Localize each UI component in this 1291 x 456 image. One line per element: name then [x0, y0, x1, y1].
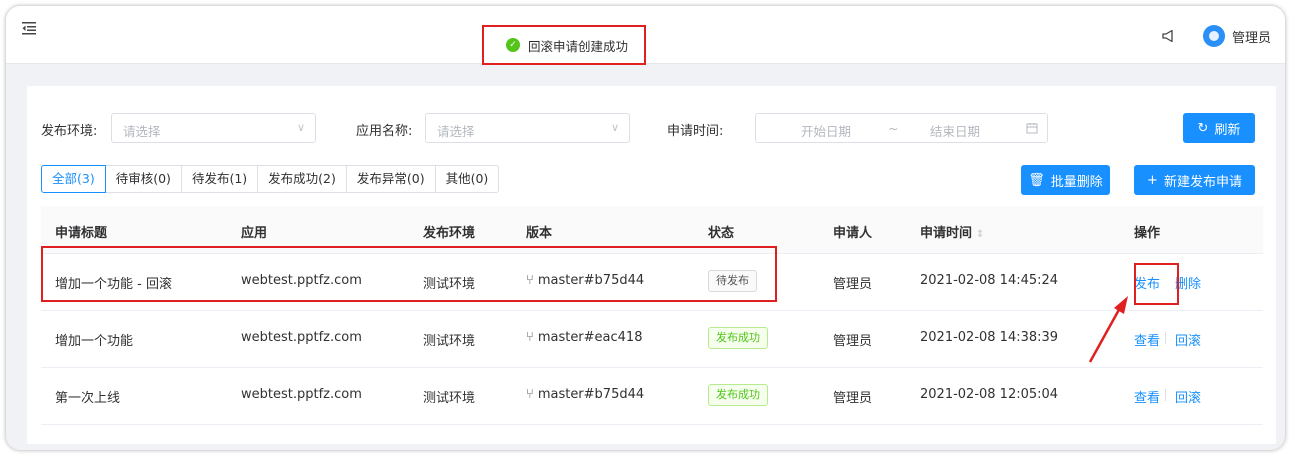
delete-icon: 🗑 [1028, 172, 1045, 188]
row-applicant: 管理员 [833, 334, 873, 349]
col-version: 版本 [526, 226, 553, 241]
action-divider [1165, 332, 1166, 344]
status-badge: 发布成功 [708, 384, 768, 406]
sort-icon[interactable]: ⇕ [976, 229, 984, 240]
tab-pending-review[interactable]: 待审核(0) [104, 165, 182, 193]
row-title: 第一次上线 [55, 391, 121, 406]
col-time-wrap[interactable]: 申请时间 ⇕ [920, 222, 984, 241]
batch-delete-button[interactable]: 🗑 批量删除 [1021, 165, 1110, 195]
time-filter-label: 申请时间: [667, 124, 724, 139]
tab-pending-release[interactable]: 待发布(1) [180, 165, 259, 193]
view-link[interactable]: 查看 [1134, 387, 1160, 406]
highlight-box-row [41, 246, 777, 302]
col-status: 状态 [708, 226, 735, 241]
menu-fold-icon[interactable] [21, 20, 37, 36]
branch-icon: ⑂ [526, 387, 534, 402]
app-select[interactable]: 请选择 ∨ [425, 113, 630, 143]
rollback-link[interactable]: 回滚 [1175, 330, 1201, 349]
col-actions: 操作 [1134, 226, 1161, 241]
highlight-box-release [1134, 263, 1179, 305]
col-env: 发布环境 [423, 226, 476, 241]
date-range-picker[interactable]: 开始日期 ~ 结束日期 [755, 113, 1048, 143]
row-time: 2021-02-08 14:45:24 [920, 273, 1059, 288]
row-env: 测试环境 [423, 334, 476, 349]
toast-message: 回滚申请创建成功 [528, 38, 629, 54]
tab-release-success[interactable]: 发布成功(2) [257, 165, 347, 193]
range-separator: ~ [888, 121, 899, 136]
row-time: 2021-02-08 12:05:04 [920, 387, 1059, 402]
plus-icon: + [1147, 172, 1158, 188]
refresh-button[interactable]: ↻ 刷新 [1183, 113, 1255, 143]
row-env: 测试环境 [423, 391, 476, 406]
row-app: webtest.pptfz.com [241, 330, 362, 345]
refresh-label: 刷新 [1214, 122, 1241, 138]
chevron-down-icon: ∨ [296, 121, 305, 134]
status-tabs: 全部(3) 待审核(0) 待发布(1) 发布成功(2) 发布异常(0) 其他(0… [41, 165, 500, 193]
app-filter-label: 应用名称: [356, 124, 413, 139]
rollback-link[interactable]: 回滚 [1175, 387, 1201, 406]
end-date-input[interactable]: 结束日期 [930, 121, 980, 140]
tab-all[interactable]: 全部(3) [41, 165, 106, 193]
success-toast: ✓ 回滚申请创建成功 [482, 25, 646, 65]
row-version: ⑂ master#b75d44 [526, 387, 644, 402]
row-applicant: 管理员 [833, 277, 873, 292]
arrow-annotation-icon [1088, 296, 1128, 363]
table-row: 增加一个功能 webtest.pptfz.com 测试环境 ⑂ master#ea… [41, 311, 1263, 368]
col-app: 应用 [241, 226, 268, 241]
branch-icon: ⑂ [526, 330, 534, 345]
row-time: 2021-02-08 14:38:39 [920, 330, 1059, 345]
col-title: 申请标题 [55, 226, 108, 241]
new-request-label: 新建发布申请 [1163, 174, 1242, 190]
refresh-icon: ↻ [1197, 120, 1209, 136]
status-badge: 发布成功 [708, 327, 768, 349]
env-select[interactable]: 请选择 ∨ [111, 113, 316, 143]
tab-other[interactable]: 其他(0) [434, 165, 500, 193]
row-title: 增加一个功能 [55, 334, 134, 349]
start-date-input[interactable]: 开始日期 [801, 121, 851, 140]
app-window: 管理员 发布环境: 请选择 ∨ 应用名称: 请选择 ∨ 申请时间: 开始日期 ~… [6, 6, 1285, 450]
env-select-placeholder: 请选择 [123, 124, 161, 139]
username[interactable]: 管理员 [1232, 27, 1271, 46]
action-divider [1165, 389, 1166, 401]
new-request-button[interactable]: + 新建发布申请 [1134, 165, 1255, 195]
row-version-text: master#eac418 [537, 330, 643, 345]
app-select-placeholder: 请选择 [437, 124, 475, 139]
col-time: 申请时间 [920, 226, 973, 241]
tab-release-error[interactable]: 发布异常(0) [345, 165, 436, 193]
table-row: 第一次上线 webtest.pptfz.com 测试环境 ⑂ master#b75… [41, 368, 1263, 425]
col-applicant: 申请人 [833, 226, 873, 241]
row-version-text: master#b75d44 [537, 387, 645, 402]
row-version: ⑂ master#eac418 [526, 330, 642, 345]
view-link[interactable]: 查看 [1134, 330, 1160, 349]
row-app: webtest.pptfz.com [241, 387, 362, 402]
batch-delete-label: 批量删除 [1050, 174, 1103, 190]
env-filter-label: 发布环境: [41, 124, 98, 139]
chevron-down-icon: ∨ [610, 121, 619, 134]
notification-icon[interactable] [1161, 28, 1177, 44]
avatar-icon[interactable] [1203, 25, 1225, 47]
row-applicant: 管理员 [833, 391, 873, 406]
check-circle-icon: ✓ [506, 38, 520, 52]
calendar-icon [1026, 123, 1038, 134]
